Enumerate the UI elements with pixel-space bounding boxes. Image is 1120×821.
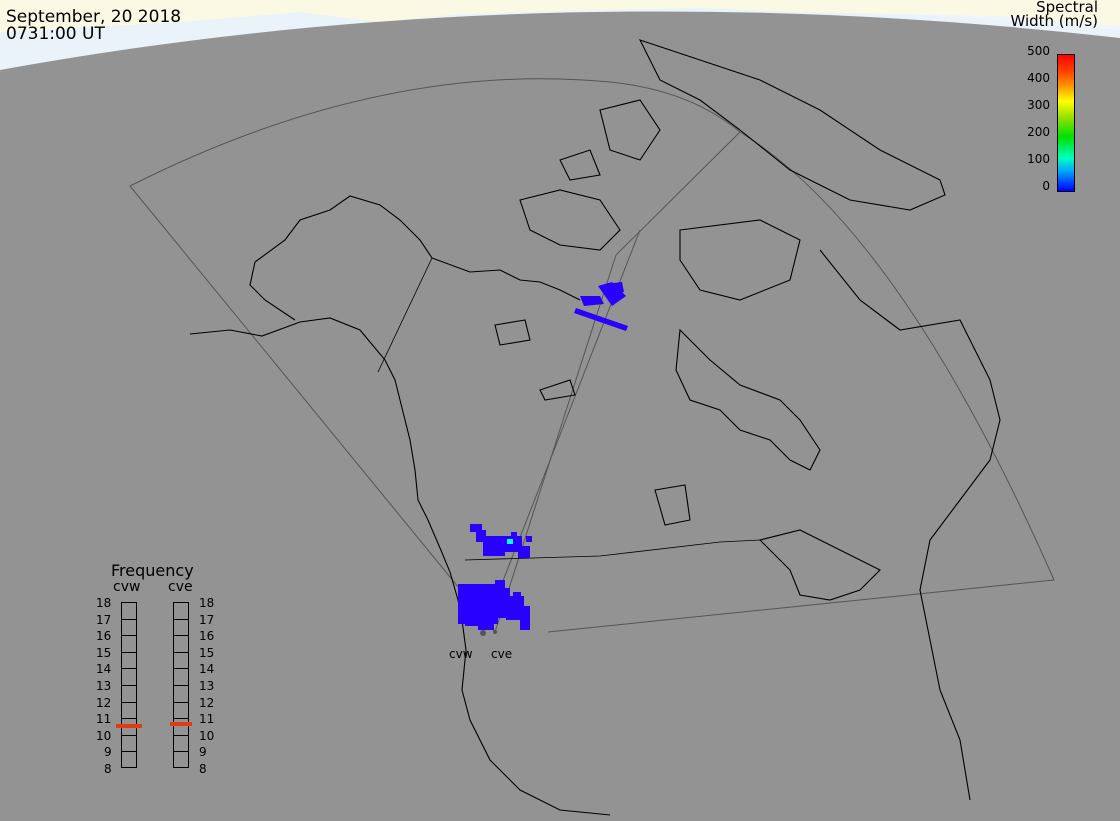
cve-site-marker — [493, 630, 497, 634]
cvw-frequency-marker — [116, 723, 142, 728]
night-shading — [0, 11, 1120, 821]
frequency-radar-label: cvw — [113, 579, 141, 595]
frequency-scale-number: 18 — [199, 596, 215, 610]
colorbar-gradient — [1057, 54, 1075, 192]
frequency-scale-number: 9 — [104, 745, 112, 760]
colorbar-tick: 300 — [1027, 98, 1050, 112]
colorbar-tick: 200 — [1027, 125, 1050, 139]
date-label: September, 20 2018 — [6, 7, 182, 27]
frequency-scale-number: 15 — [96, 645, 112, 660]
frequency-scale-number: 8 — [104, 762, 112, 776]
colorbar-title-line2: Width (m/s) — [1010, 12, 1098, 30]
cve-frequency-marker — [170, 722, 192, 727]
cve-site-label: cve — [491, 647, 513, 661]
frequency-scale-number: 15 — [199, 645, 215, 660]
frequency-scale-number: 11 — [199, 712, 215, 727]
frequency-scale-number: 12 — [199, 695, 215, 710]
frequency-scale-number: 16 — [199, 629, 215, 644]
cve-frequency-column — [173, 602, 189, 768]
frequency-scale-number: 18 — [96, 596, 112, 610]
colorbar-title: Spectral Width (m/s) — [1010, 0, 1098, 30]
frequency-scale-number: 16 — [96, 629, 112, 644]
frequency-title: Frequency — [111, 561, 194, 580]
scatter-cell-highlight — [507, 539, 513, 544]
colorbar-tick: 100 — [1027, 152, 1050, 166]
colorbar-tick: 400 — [1027, 71, 1050, 85]
frequency-radar-label: cve — [168, 579, 193, 595]
frequency-scale-number: 10 — [199, 728, 215, 743]
frequency-scale-number: 8 — [199, 762, 207, 776]
frequency-scale-number: 14 — [199, 662, 215, 677]
frequency-scale-number: 9 — [199, 745, 207, 760]
frequency-scale-number: 13 — [96, 679, 112, 693]
cvw-frequency-column — [121, 602, 137, 768]
frequency-scale-number: 14 — [96, 662, 112, 677]
frequency-scale-number: 13 — [199, 679, 215, 693]
colorbar-tick: 500 — [1027, 44, 1050, 58]
time-label: 0731:00 UT — [6, 24, 105, 44]
frequency-scale-number: 12 — [96, 695, 112, 710]
colorbar-tick: 0 — [1042, 179, 1050, 193]
cvw-site-label: cvw — [449, 647, 473, 661]
frequency-scale-number: 17 — [199, 612, 215, 627]
map-canvas — [0, 0, 1120, 821]
cvw-site-marker — [480, 630, 486, 636]
frequency-scale-number: 11 — [96, 712, 112, 727]
frequency-scale-number: 10 — [96, 728, 112, 743]
frequency-scale-number: 17 — [96, 612, 112, 627]
